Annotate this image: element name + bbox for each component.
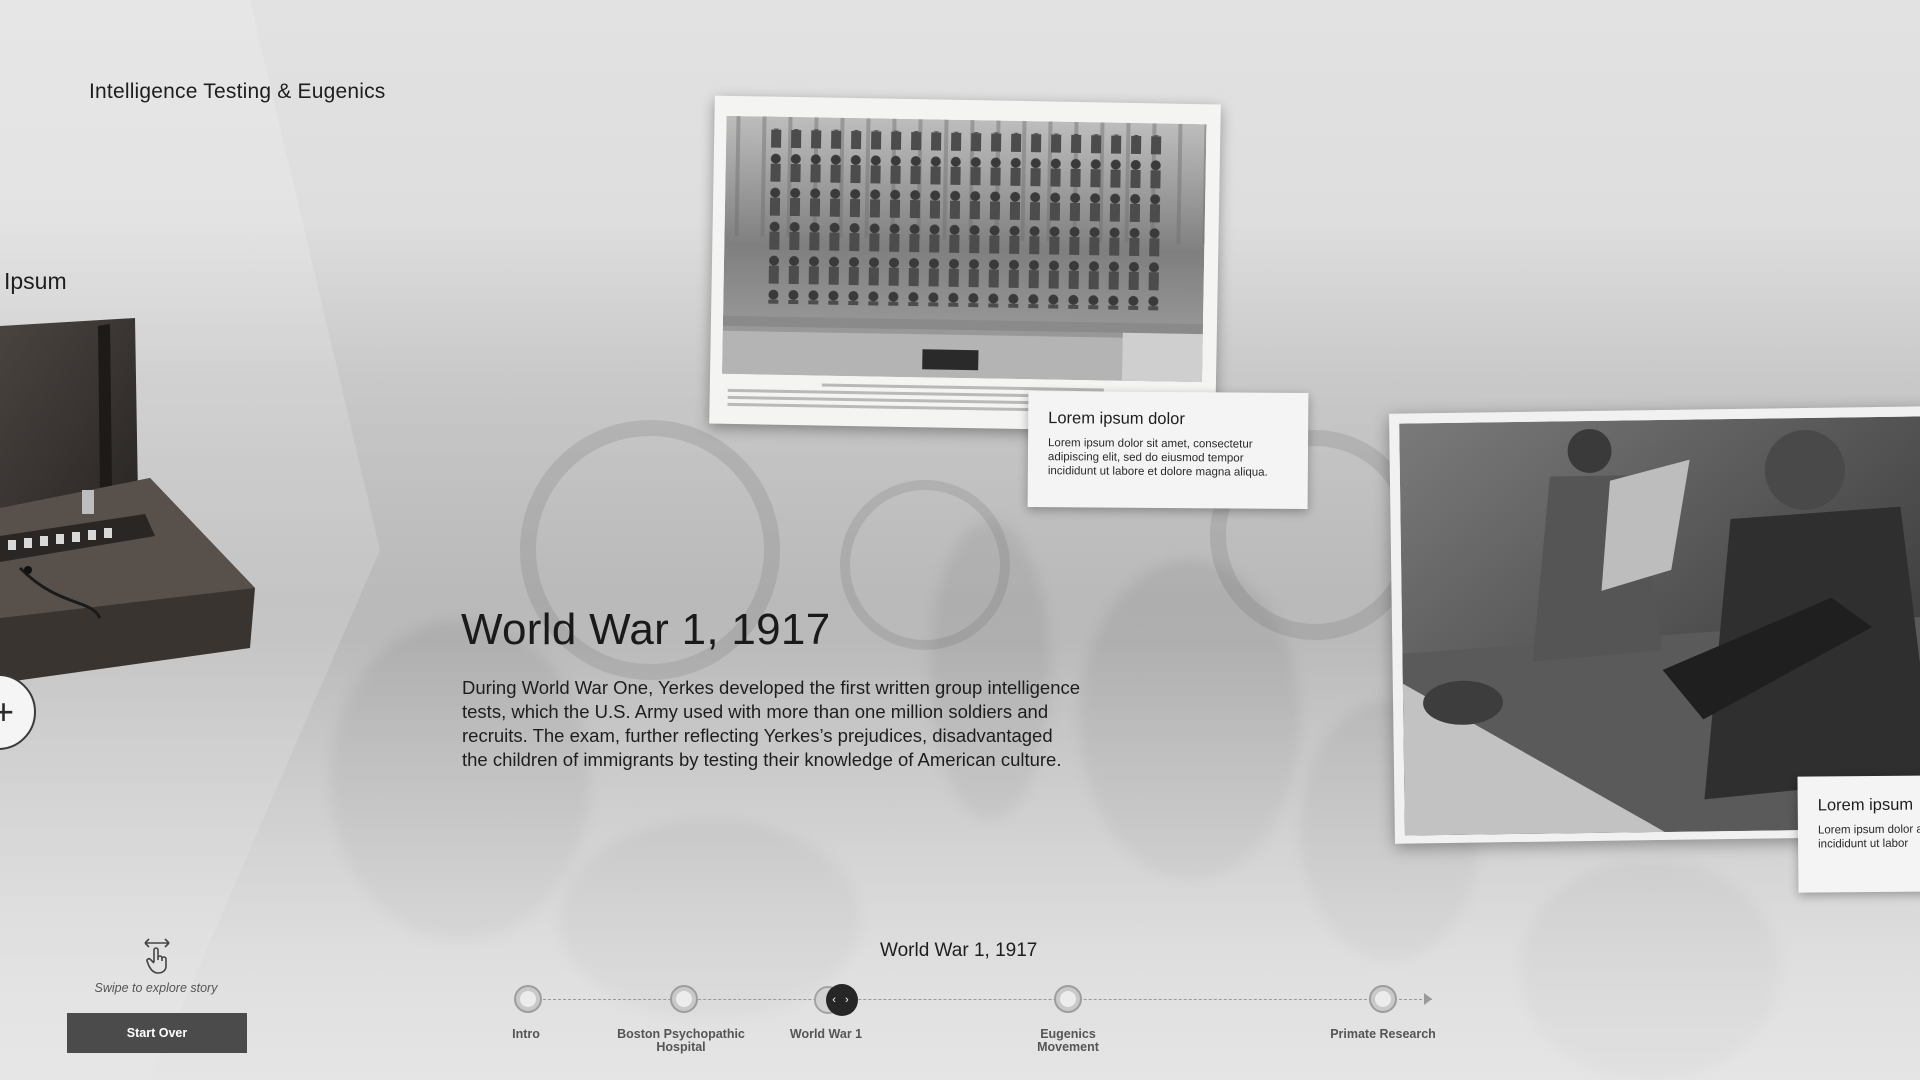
- timeline-node-boston-psychopathic-hospital[interactable]: [670, 985, 698, 1013]
- timeline-label-primate-research[interactable]: Primate Research: [1323, 1028, 1443, 1041]
- timeline-node-eugenics-movement[interactable]: [1054, 985, 1082, 1013]
- group-photo-image: [722, 115, 1207, 383]
- timeline-label-intro[interactable]: Intro: [451, 1028, 601, 1041]
- caption-title: Lorem ipsum dolor: [1048, 409, 1185, 429]
- swipe-hand-icon: [144, 938, 170, 974]
- timeline-node-primate-research[interactable]: [1369, 985, 1397, 1013]
- story-title: World War 1, 1917: [461, 605, 831, 654]
- section-title: Intelligence Testing & Eugenics: [89, 80, 386, 103]
- timeline-current-label: World War 1, 1917: [880, 940, 1038, 961]
- timeline-label-boston-psychopathic-hospital[interactable]: Boston Psychopathic Hospital: [606, 1028, 756, 1054]
- soldier-test-photo-image: [1399, 416, 1920, 836]
- testing-apparatus-image: [0, 318, 255, 683]
- previous-card-heading: Ipsum: [4, 268, 67, 294]
- story-body: During World War One, Yerkes developed t…: [462, 677, 1081, 770]
- group-photo-caption-card[interactable]: Lorem ipsum dolor Lorem ipsum dolor sit …: [1027, 391, 1309, 509]
- timeline-node-intro[interactable]: [514, 985, 542, 1013]
- left-right-chevrons-icon: ‹ ›: [832, 994, 852, 1006]
- caption-title: Lorem ipsum: [1817, 795, 1914, 815]
- caption-body: Lorem ipsum dolor adipiscing elit, sed i…: [1817, 823, 1920, 851]
- timeline-label-world-war-1[interactable]: World War 1: [766, 1028, 886, 1041]
- plus-icon: +: [0, 691, 14, 732]
- swipe-hint: Swipe to explore story: [94, 981, 218, 995]
- group-photo-card[interactable]: [709, 95, 1221, 433]
- soldier-photo-caption-card[interactable]: Lorem ipsum Lorem ipsum dolor adipiscing…: [1797, 775, 1920, 893]
- start-over-button[interactable]: Start Over: [67, 1013, 247, 1053]
- timeline-scrubber-handle[interactable]: ‹ ›: [826, 984, 858, 1016]
- timeline-label-eugenics-movement[interactable]: Eugenics Movement: [1008, 1028, 1128, 1054]
- caption-body: Lorem ipsum dolor sit amet, consectetur …: [1047, 437, 1268, 479]
